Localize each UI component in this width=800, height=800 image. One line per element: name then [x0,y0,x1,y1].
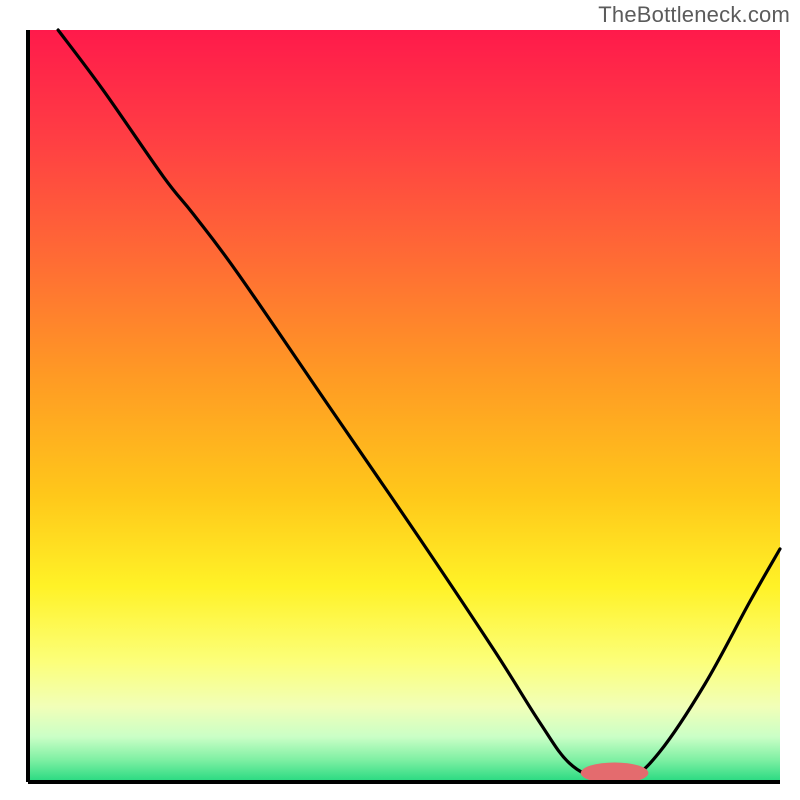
bottleneck-chart [0,0,800,800]
attribution-text: TheBottleneck.com [598,2,790,28]
chart-frame: TheBottleneck.com [0,0,800,800]
